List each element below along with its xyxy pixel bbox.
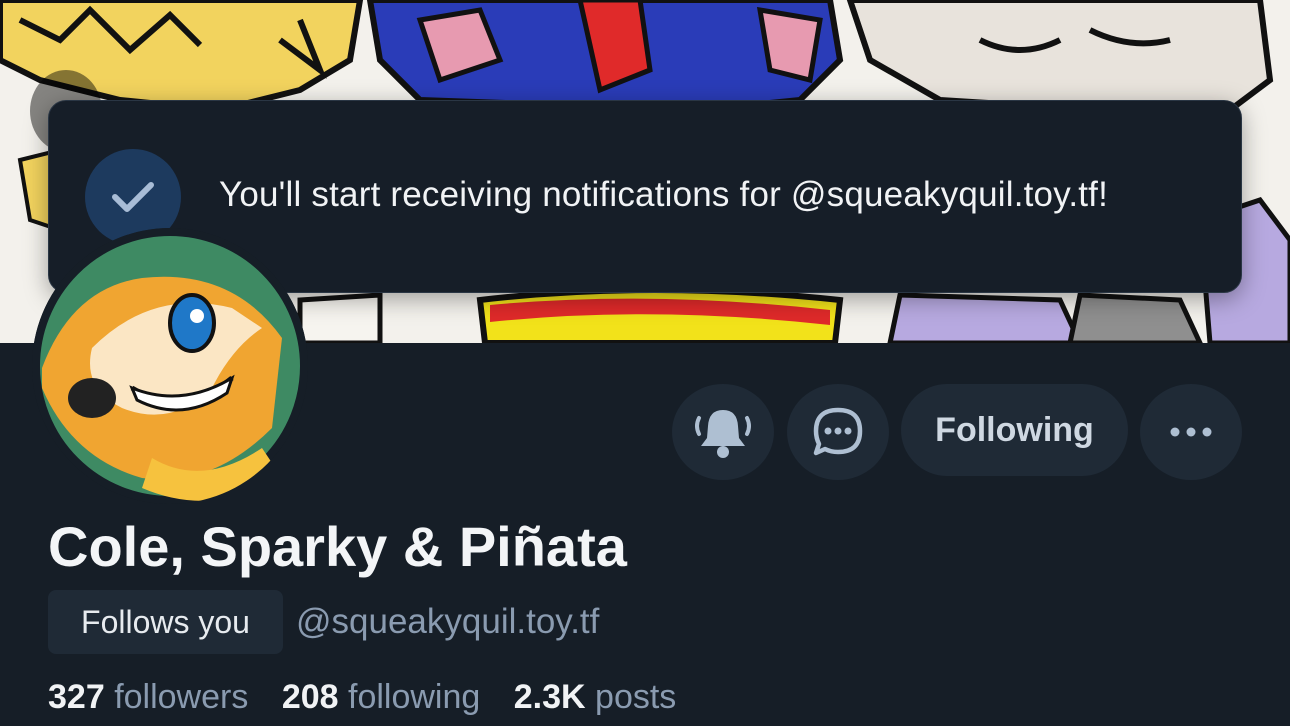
followers-count: 327 <box>48 678 105 716</box>
chat-bubble-icon <box>813 407 863 456</box>
avatar-image <box>32 228 308 504</box>
message-button[interactable] <box>787 384 889 480</box>
follows-you-badge: Follows you <box>48 590 283 654</box>
more-options-button[interactable] <box>1140 384 1242 480</box>
following-stat[interactable]: 208 following <box>282 678 481 716</box>
toast-message: You'll start receiving notifications for… <box>219 175 1109 214</box>
following-label: following <box>348 678 481 716</box>
profile-handle: @squeakyquil.toy.tf <box>296 602 600 641</box>
profile-stats: 327 followers 208 following 2.3K posts <box>48 678 700 717</box>
avatar[interactable] <box>32 228 308 504</box>
posts-count: 2.3K <box>513 678 586 716</box>
following-count: 208 <box>281 678 339 716</box>
ellipsis-icon <box>1170 427 1212 437</box>
posts-stat: 2.3K posts <box>514 678 677 716</box>
bell-ringing-icon <box>695 410 751 458</box>
posts-label: posts <box>595 678 677 716</box>
followers-stat[interactable]: 327 followers <box>48 678 248 716</box>
display-name: Cole, Sparky & Piñata <box>48 515 627 578</box>
following-button[interactable]: Following <box>901 384 1128 476</box>
notifications-bell-button[interactable] <box>672 384 774 480</box>
profile-page: You'll start receiving notifications for… <box>0 0 1290 726</box>
followers-label: followers <box>114 678 249 716</box>
